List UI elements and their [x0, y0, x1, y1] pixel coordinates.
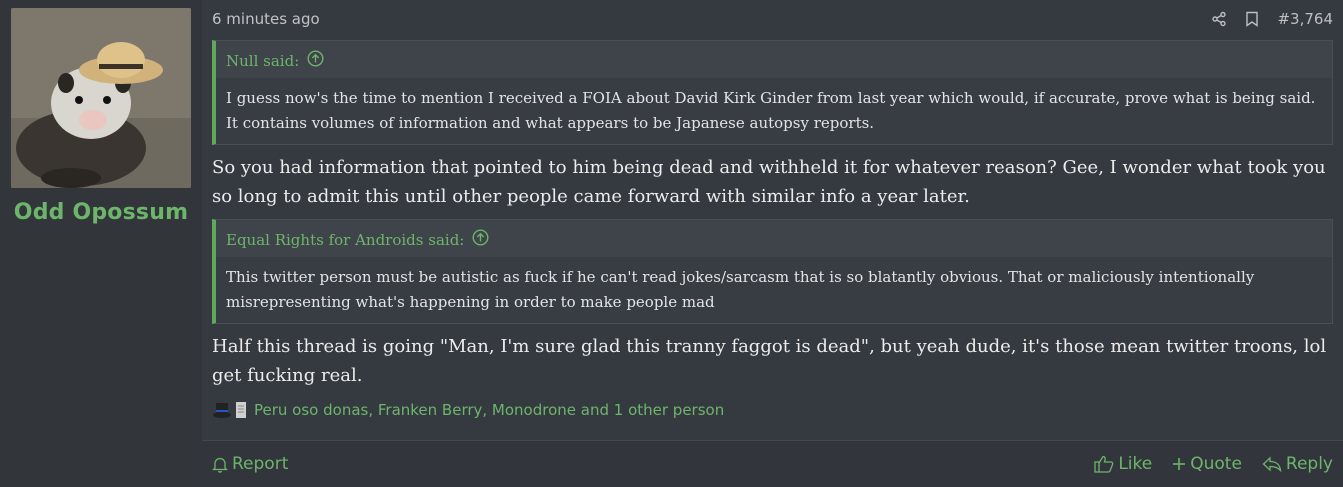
quote-header[interactable]: Null said:	[216, 41, 1332, 78]
avatar[interactable]	[11, 8, 191, 188]
like-button[interactable]: Like	[1094, 454, 1152, 474]
report-label[interactable]: Report	[232, 454, 288, 474]
reply-arrow-icon	[1262, 456, 1282, 472]
quote-author[interactable]: Equal Rights for Androids said:	[226, 231, 464, 249]
reply-button[interactable]: Reply	[1262, 454, 1333, 474]
thumbs-up-icon	[1094, 455, 1114, 473]
reactions-bar[interactable]: Peru oso donas, Franken Berry, Monodrone…	[212, 398, 1333, 422]
top-hat-icon	[213, 403, 231, 418]
arrow-up-circle-icon[interactable]	[307, 50, 324, 71]
like-label[interactable]: Like	[1118, 454, 1152, 474]
quote-text: I guess now's the time to mention I rece…	[216, 78, 1332, 144]
opossum-avatar-icon	[11, 8, 191, 188]
user-sidebar: Odd Opossum	[0, 0, 202, 487]
quote-block: Equal Rights for Androids said: This twi…	[212, 219, 1333, 324]
quote-header[interactable]: Equal Rights for Androids said:	[216, 220, 1332, 257]
reply-text: So you had information that pointed to h…	[212, 157, 1326, 207]
reactions-list[interactable]: Peru oso donas, Franken Berry, Monodrone…	[254, 401, 724, 419]
report-button[interactable]: Report	[212, 454, 288, 474]
username[interactable]: Odd Opossum	[14, 200, 188, 225]
quote-text: This twitter person must be autistic as …	[216, 257, 1332, 323]
plus-icon	[1173, 458, 1186, 470]
quote-button[interactable]: Quote	[1172, 454, 1242, 474]
post-header-tools: #3,764	[1211, 10, 1333, 28]
post-main: 6 minutes ago #3,764 Null said: I guess …	[202, 0, 1343, 487]
forum-post: Odd Opossum 6 minutes ago #3,764 Null sa…	[0, 0, 1343, 487]
post-actions: Report Like Quote Reply	[202, 440, 1343, 487]
post-number[interactable]: #3,764	[1277, 10, 1333, 28]
quote-block: Null said: I guess now's the time to men…	[212, 40, 1333, 145]
post-timestamp[interactable]: 6 minutes ago	[212, 10, 320, 28]
share-icon[interactable]	[1211, 11, 1227, 27]
bookmark-icon[interactable]	[1245, 11, 1259, 27]
quote-label[interactable]: Quote	[1190, 454, 1242, 474]
scroll-icon	[236, 402, 246, 418]
post-action-group: Like Quote Reply	[1094, 454, 1333, 474]
bell-icon	[212, 457, 228, 473]
post-header: 6 minutes ago #3,764	[202, 0, 1343, 38]
reply-label[interactable]: Reply	[1286, 454, 1333, 474]
reaction-icons	[212, 400, 248, 420]
post-content: Null said: I guess now's the time to men…	[202, 40, 1343, 422]
quote-author[interactable]: Null said:	[226, 52, 299, 70]
arrow-up-circle-icon[interactable]	[472, 229, 489, 250]
reply-text: Half this thread is going "Man, I'm sure…	[212, 336, 1327, 386]
